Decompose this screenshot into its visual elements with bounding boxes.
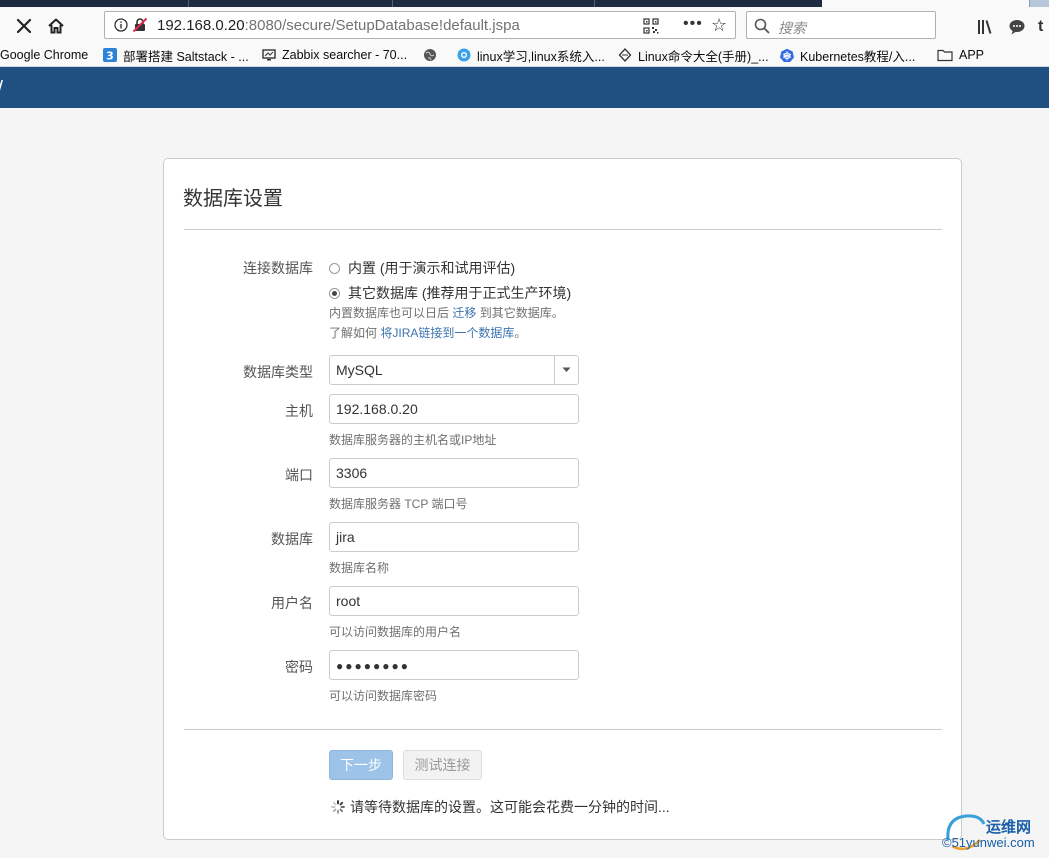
connect-db-help-link[interactable]: 将JIRA链接到一个数据库 <box>380 326 514 340</box>
radio-builtin-button[interactable] <box>329 262 340 274</box>
watermark-title: 运维网 <box>986 819 1032 836</box>
db-type-select[interactable]: MySQL <box>329 355 579 385</box>
address-bar[interactable]: 192.168.0.20:8080/secure/SetupDatabase!d… <box>104 11 736 39</box>
port-input[interactable]: 3306 <box>329 458 579 488</box>
host-label: 主机 <box>285 403 313 419</box>
qr-code-icon[interactable] <box>643 18 659 34</box>
new-tab-edge[interactable] <box>1029 0 1049 7</box>
radio-builtin-db[interactable]: 内置 (用于演示和试用评估) <box>329 258 515 278</box>
globe-icon <box>424 49 436 61</box>
bookmark-item[interactable] <box>423 46 443 64</box>
db-type-value: MySQL <box>336 362 383 378</box>
kubernetes-icon <box>780 48 794 62</box>
migrate-note-text-end: 到其它数据库。 <box>479 306 564 320</box>
bookmark-item[interactable]: Kubernetes教程/入... <box>780 46 915 64</box>
port-label: 端口 <box>285 467 313 483</box>
tab-separator <box>392 0 393 7</box>
bookmark-item[interactable]: 3 部署搭建 Saltstack - ... <box>103 46 249 64</box>
bookmark-label: Zabbix searcher - 70... <box>282 48 408 62</box>
learn-note-text: 了解如何 <box>329 326 378 340</box>
folder-icon <box>937 49 953 62</box>
username-desc: 可以访问数据库的用户名 <box>329 625 462 639</box>
info-icon[interactable] <box>114 18 128 32</box>
tab-separator <box>188 0 189 7</box>
divider <box>184 729 942 730</box>
radio-other-button[interactable] <box>329 287 340 299</box>
page-title: 数据库设置 <box>183 188 283 210</box>
chat-bubble-icon[interactable] <box>1008 17 1026 37</box>
page-actions-icon[interactable]: ••• <box>683 15 703 33</box>
library-icon[interactable] <box>976 17 994 37</box>
waiting-message: 请等待数据库的设置。这可能会花费一分钟的时间... <box>331 797 670 817</box>
radio-other-db[interactable]: 其它数据库 (推荐用于正式生产环境) <box>329 283 571 303</box>
tab-separator <box>594 0 595 7</box>
database-input[interactable]: jira <box>329 522 579 552</box>
username-input[interactable]: root <box>329 586 579 616</box>
connection-label: 连接数据库 <box>243 260 313 276</box>
host-input[interactable]: 192.168.0.20 <box>329 394 579 424</box>
bookmark-star-icon[interactable]: ☆ <box>711 15 727 36</box>
radio-builtin-label: 内置 (用于演示和试用评估) <box>348 260 516 276</box>
port-desc: 数据库服务器 TCP 端口号 <box>329 497 468 511</box>
database-desc: 数据库名称 <box>329 561 390 575</box>
database-label: 数据库 <box>271 531 313 547</box>
search-input[interactable]: 搜索 <box>778 18 806 38</box>
radio-other-label: 其它数据库 (推荐用于正式生产环境) <box>348 285 572 301</box>
migrate-note: 内置数据库也可以日后 迁移 到其它数据库。 <box>329 304 564 321</box>
url-text[interactable]: 192.168.0.20:8080/secure/SetupDatabase!d… <box>157 17 520 34</box>
blue-circle-icon <box>457 48 471 62</box>
bookmark-label: APP <box>959 48 985 62</box>
active-tab-edge <box>0 0 822 7</box>
home-icon[interactable] <box>44 14 68 38</box>
bookmark-folder[interactable]: APP <box>937 46 984 64</box>
bookmark-label: Kubernetes教程/入... <box>800 49 916 64</box>
app-header <box>0 67 1049 108</box>
bookmark-label: Google Chrome <box>0 48 89 62</box>
bookmarks-bar: Google Chrome 3 部署搭建 Saltstack - ... Zab… <box>0 44 1049 67</box>
test-connection-button[interactable]: 测试连接 <box>403 750 482 780</box>
tab-strip <box>0 0 1049 7</box>
password-input[interactable]: ●●●●●●●● <box>329 650 579 680</box>
password-desc: 可以访问数据库密码 <box>329 689 438 703</box>
username-label: 用户名 <box>271 595 313 611</box>
migrate-note-text: 内置数据库也可以日后 <box>329 306 450 320</box>
insecure-lock-icon[interactable] <box>132 17 148 33</box>
search-bar[interactable]: 搜索 <box>746 11 936 39</box>
navigation-toolbar: 192.168.0.20:8080/secure/SetupDatabase!d… <box>0 7 1049 44</box>
bookmark-label: 部署搭建 Saltstack - ... <box>123 49 249 64</box>
divider <box>184 229 942 230</box>
bookmark-item[interactable]: Zabbix searcher - 70... <box>262 46 407 64</box>
search-icon <box>754 18 770 34</box>
learn-note-text-end: 。 <box>514 326 527 340</box>
svg-text:3: 3 <box>106 50 114 63</box>
host-desc: 数据库服务器的主机名或IP地址 <box>329 433 497 447</box>
bookmark-item[interactable]: linux学习,linux系统入... <box>457 46 605 64</box>
blue-3-icon: 3 <box>103 48 117 62</box>
db-type-label: 数据库类型 <box>243 364 313 380</box>
monitor-icon <box>262 49 276 61</box>
learn-note: 了解如何 将JIRA链接到一个数据库。 <box>329 324 526 341</box>
stop-icon[interactable] <box>12 14 36 38</box>
bookmark-item[interactable]: Google Chrome <box>0 46 88 64</box>
migrate-link[interactable]: 迁移 <box>452 306 476 320</box>
watermark: 运维网 ©51yunwei.com <box>938 808 1049 858</box>
url-path: :8080/secure/SetupDatabase!default.jspa <box>244 17 520 34</box>
chevron-down-icon[interactable] <box>554 356 578 384</box>
next-button[interactable]: 下一步 <box>329 750 393 780</box>
bookmark-item[interactable]: Linux命令大全(手册)_... <box>618 46 769 64</box>
watermark-site: ©51yunwei.com <box>942 835 1035 850</box>
url-host: 192.168.0.20 <box>157 17 245 34</box>
jira-logo[interactable] <box>0 77 4 97</box>
bookmark-label: Linux命令大全(手册)_... <box>638 49 769 64</box>
diamond-icon <box>618 48 632 62</box>
bookmark-label: linux学习,linux系统入... <box>477 49 605 64</box>
database-setup-panel: 数据库设置 连接数据库 内置 (用于演示和试用评估) 其它数据库 (推荐用于正式… <box>163 158 962 840</box>
password-label: 密码 <box>285 659 313 675</box>
toolbar-overflow-icon[interactable]: t <box>1038 17 1049 37</box>
waiting-text: 请等待数据库的设置。这可能会花费一分钟的时间... <box>350 799 670 815</box>
loading-spinner-icon <box>331 800 345 814</box>
